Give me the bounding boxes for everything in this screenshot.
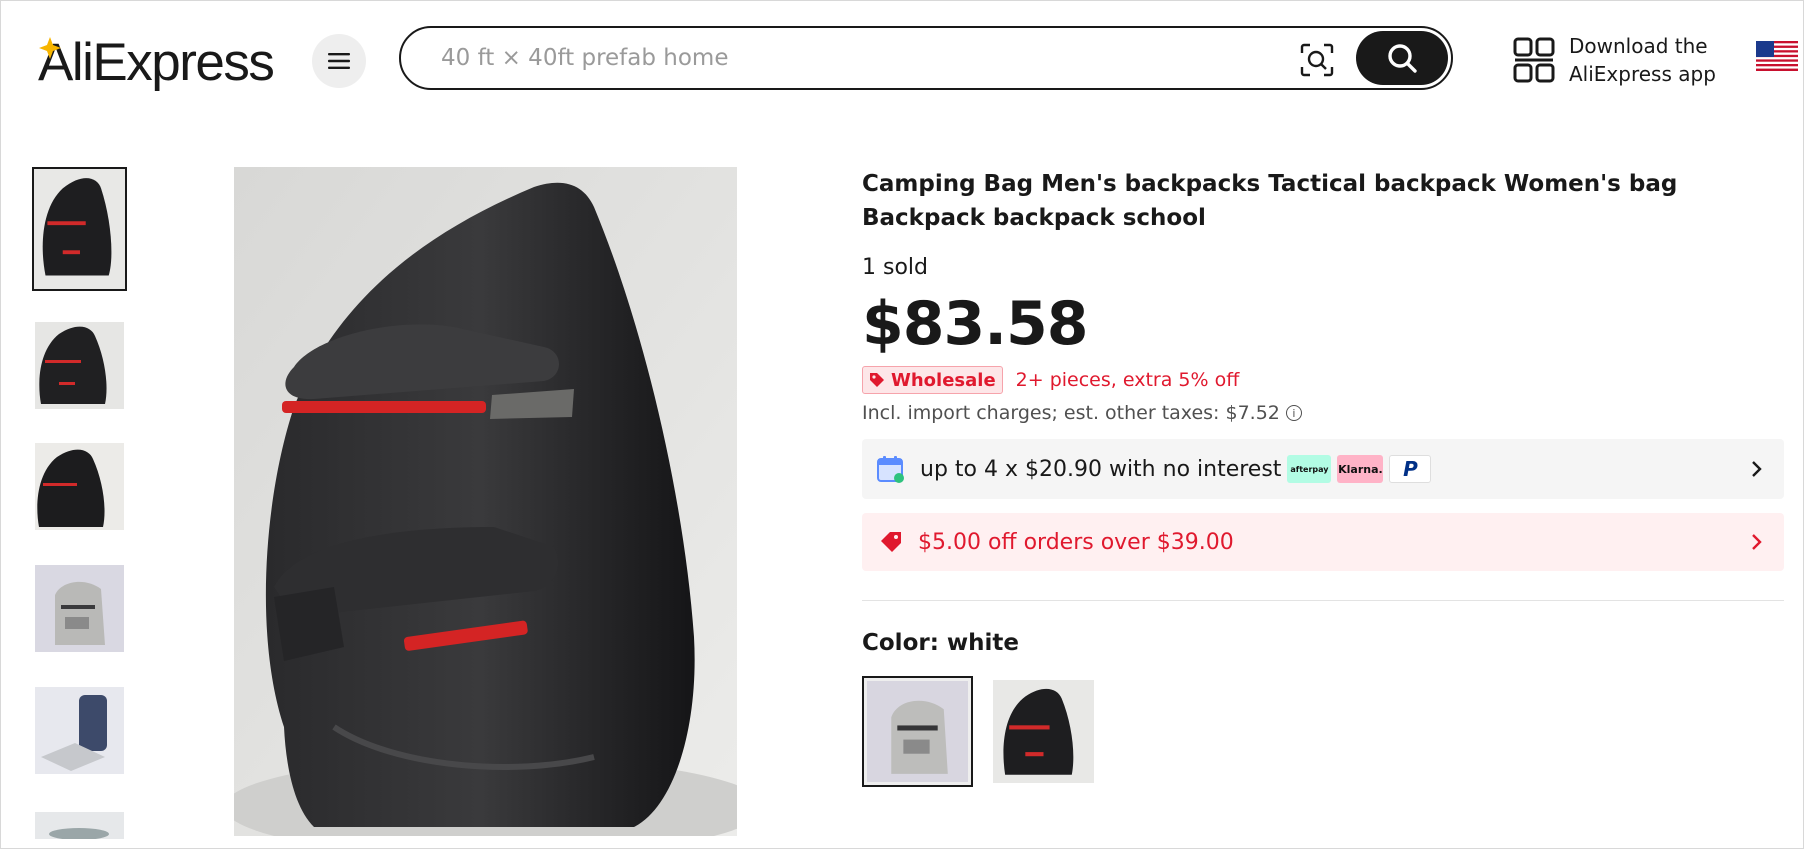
thumbnail-4-image [35,565,124,652]
color-swatches [862,676,1784,788]
installment-text: up to 4 x $20.90 with no interest [920,456,1282,482]
app-download-text: Download the AliExpress app [1569,32,1716,88]
wholesale-tag-icon [870,373,884,387]
thumbnail-3[interactable] [35,443,124,530]
wholesale-text: 2+ pieces, extra 5% off [1015,369,1240,391]
app-download-link[interactable]: Download the AliExpress app [1513,31,1716,89]
color-swatch-black[interactable] [993,680,1094,783]
product-title: Camping Bag Men's backpacks Tactical bac… [862,171,1678,231]
paypal-logo: P [1389,455,1432,483]
product-info: Camping Bag Men's backpacks Tactical bac… [862,167,1784,788]
klarna-logo: Klarna. [1337,455,1384,483]
thumbnail-5-image [35,687,124,774]
product-price: $83.58 [862,289,1089,359]
color-label: Color: white [862,630,1020,656]
swatch-black-image [993,680,1094,783]
thumbnail-1[interactable] [32,167,127,291]
wholesale-badge: Wholesale [862,366,1003,394]
installment-banner[interactable]: up to 4 x $20.90 with no interest afterp… [862,439,1784,499]
calendar-icon [877,456,904,483]
search-bar [399,26,1453,90]
search-input[interactable] [441,42,1261,74]
thumbnail-5[interactable] [35,687,124,774]
chevron-right-icon [1752,461,1762,477]
swatch-white-image [867,681,968,782]
thumbnail-2-image [35,322,124,409]
image-search-icon [1300,43,1334,77]
search-icon [1388,44,1417,73]
thumbnail-4[interactable] [35,565,124,652]
search-button[interactable] [1356,31,1448,85]
product-page: AliExpress 40 ft × 40ft prefab home Down… [0,0,1804,849]
thumbnail-3-image [35,443,124,530]
thumbnail-6-image [35,812,124,839]
thumbnail-2[interactable] [35,322,124,409]
thumbnail-6[interactable] [35,812,124,839]
menu-icon [328,53,350,69]
wholesale-badge-label: Wholesale [891,369,996,391]
thumbnail-1-image [34,169,125,289]
app-download-line1: Download the [1569,34,1708,58]
image-search-button[interactable] [1297,40,1337,80]
qr-code-icon [1513,37,1555,83]
info-icon[interactable]: i [1285,405,1302,421]
coupon-text: $5.00 off orders over $39.00 [918,529,1234,555]
afterpay-logo: afterpay [1287,455,1332,483]
logo-spark-icon [39,37,61,59]
wholesale-promo: Wholesale 2+ pieces, extra 5% off [862,366,1784,394]
tax-info: Incl. import charges; est. other taxes: … [862,402,1784,424]
us-flag-icon[interactable] [1756,41,1798,71]
aliexpress-logo[interactable]: AliExpress [38,27,275,97]
backpack-photo [234,167,737,836]
coupon-tag-icon [881,532,901,552]
chevron-right-icon [1752,534,1762,550]
divider [862,600,1784,601]
coupon-banner[interactable]: $5.00 off orders over $39.00 [862,513,1784,571]
main-product-image[interactable] [234,167,737,836]
tax-text: Incl. import charges; est. other taxes: … [862,402,1280,424]
sold-count: 1 sold [862,255,928,280]
app-download-line2: AliExpress app [1569,62,1716,86]
color-swatch-white[interactable] [862,676,973,787]
logo-text: AliExpress [38,32,275,92]
menu-button[interactable] [312,34,366,88]
